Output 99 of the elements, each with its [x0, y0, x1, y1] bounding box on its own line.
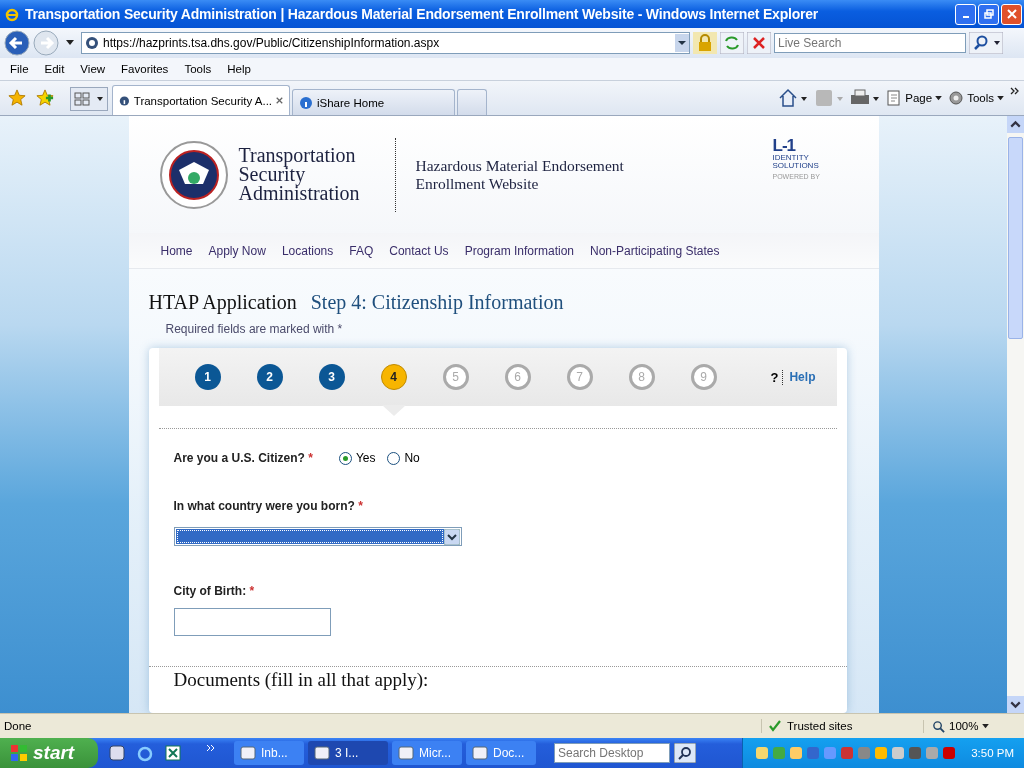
browser-tab[interactable]: Transportation Security A...	[112, 85, 290, 115]
clock: 3:50 PM	[971, 747, 1014, 759]
browser-tab[interactable]: iShare Home	[292, 89, 455, 115]
menu-item[interactable]: Help	[219, 63, 259, 75]
page-icon	[886, 90, 903, 106]
scroll-up-icon[interactable]	[1007, 116, 1024, 133]
restore-button[interactable]	[978, 3, 999, 25]
nav-link[interactable]: Home	[152, 243, 201, 258]
step-indicator[interactable]: 1	[194, 364, 221, 390]
windows-logo-icon	[10, 744, 28, 762]
city-input[interactable]	[173, 608, 331, 636]
help-link[interactable]: Help	[789, 370, 816, 384]
nav-link[interactable]: Non-Participating States	[582, 243, 728, 258]
spreadsheet-icon[interactable]	[164, 744, 182, 762]
agency-name: Transportation Security Administration	[238, 146, 361, 203]
radio-button[interactable]	[338, 451, 352, 465]
radio-button[interactable]	[387, 451, 401, 465]
home-icon[interactable]	[778, 88, 809, 108]
search-icon[interactable]	[674, 743, 696, 763]
nav-link[interactable]: FAQ	[341, 243, 382, 258]
taskbar-button[interactable]: Inb...	[234, 741, 304, 765]
required-note: Required fields are marked with *	[164, 321, 344, 336]
status-text: Done	[4, 720, 32, 732]
page-heading: HTAP Application	[148, 291, 297, 314]
field-label: Are you a U.S. Citizen? *	[173, 451, 313, 465]
tray-icon[interactable]	[874, 746, 889, 760]
back-button[interactable]	[4, 30, 30, 56]
menu-item[interactable]: File	[2, 63, 37, 75]
star-icon[interactable]	[8, 89, 26, 107]
department-seal-icon	[158, 139, 229, 210]
menu-item[interactable]: Favorites	[113, 63, 177, 75]
check-icon	[768, 719, 782, 733]
tray-icon[interactable]	[755, 746, 770, 760]
close-icon[interactable]	[276, 96, 283, 105]
field-label: In what country were you born? *	[173, 499, 364, 513]
site-title: Hazardous Material Endorsement Enrollment Website	[415, 156, 625, 193]
step-title: Step 4: Citizenship Information	[310, 291, 564, 314]
nav-link[interactable]: Locations	[273, 243, 342, 258]
search-field[interactable]: Live Search	[774, 33, 966, 53]
taskbar-button[interactable]: Doc...	[466, 741, 536, 765]
step-indicator[interactable]: 2	[256, 364, 283, 390]
caret-icon	[982, 723, 990, 729]
dropdown-arrow-icon[interactable]	[66, 40, 74, 46]
browser-logo-icon[interactable]	[136, 744, 154, 762]
help-mark: ?	[770, 369, 784, 385]
browser-logo-icon	[4, 6, 20, 22]
field-label: City of Birth: *	[173, 584, 256, 598]
menu-item[interactable]: Edit	[36, 63, 73, 75]
app-icon	[398, 745, 414, 761]
security-zone: Trusted sites	[787, 720, 853, 732]
app-icon[interactable]	[108, 744, 126, 762]
tray-icon[interactable]	[891, 746, 906, 760]
tray-icon[interactable]	[840, 746, 855, 760]
menu-item[interactable]: Tools	[176, 63, 220, 75]
step-indicator[interactable]: 4	[380, 364, 407, 390]
scroll-thumb[interactable]	[1008, 137, 1023, 339]
menu-item[interactable]: View	[72, 63, 114, 75]
info-icon	[299, 95, 313, 110]
window-title: Transportation Security Administration | Hazardous Material Endorsement Enrollment Website - Windows Internet Explorer	[25, 6, 820, 22]
close-icon	[1006, 9, 1017, 19]
tray-icon[interactable]	[908, 746, 923, 760]
step-indicator[interactable]: 3	[318, 364, 345, 390]
desktop-search-field[interactable]: Search Desktop	[554, 743, 670, 763]
minimize-button[interactable]	[955, 3, 976, 25]
chevron-icon[interactable]	[1010, 87, 1020, 95]
quick-tabs-icon[interactable]	[70, 87, 108, 111]
option-label: Yes	[355, 451, 376, 465]
add-favorite-icon[interactable]	[36, 89, 54, 107]
taskbar-button[interactable]: 3 I...	[308, 741, 388, 765]
option-label: No	[404, 451, 420, 465]
address-field[interactable]: https://hazprints.tsa.dhs.gov/Public/CitizenshipInformation.aspx	[81, 32, 690, 54]
gear-icon	[948, 90, 965, 106]
scroll-down-icon[interactable]	[1007, 696, 1024, 713]
caret-icon	[935, 95, 943, 101]
tray-icon[interactable]	[942, 746, 957, 760]
close-button[interactable]	[1001, 3, 1022, 25]
stop-icon[interactable]	[747, 32, 771, 54]
restore-icon	[983, 9, 994, 19]
tray-icon[interactable]	[789, 746, 804, 760]
magnifier-icon	[932, 719, 945, 733]
partner-logo-name: IDENTITY SOLUTIONS	[772, 154, 820, 170]
section-heading: Documents (fill in all that apply):	[173, 669, 430, 691]
nav-link[interactable]: Contact Us	[381, 243, 457, 258]
minimize-icon	[962, 16, 969, 18]
taskbar-button[interactable]: Micr...	[392, 741, 462, 765]
new-tab-button[interactable]	[457, 89, 487, 115]
app-icon	[314, 745, 330, 761]
country-dropdown[interactable]	[173, 527, 462, 546]
refresh-icon[interactable]	[720, 32, 744, 54]
zoom-button[interactable]: 100%	[923, 719, 1012, 733]
tools-menu-button[interactable]: Tools	[948, 90, 1004, 106]
caret-icon	[997, 95, 1004, 101]
search-icon[interactable]	[969, 32, 1003, 54]
app-icon	[472, 745, 488, 761]
nav-link[interactable]: Apply Now	[200, 243, 274, 258]
partner-logo-mark: L-1	[772, 138, 797, 154]
nav-link[interactable]: Program Information	[456, 243, 582, 258]
app-icon	[240, 745, 256, 761]
page-menu-button[interactable]: Page	[886, 90, 943, 106]
